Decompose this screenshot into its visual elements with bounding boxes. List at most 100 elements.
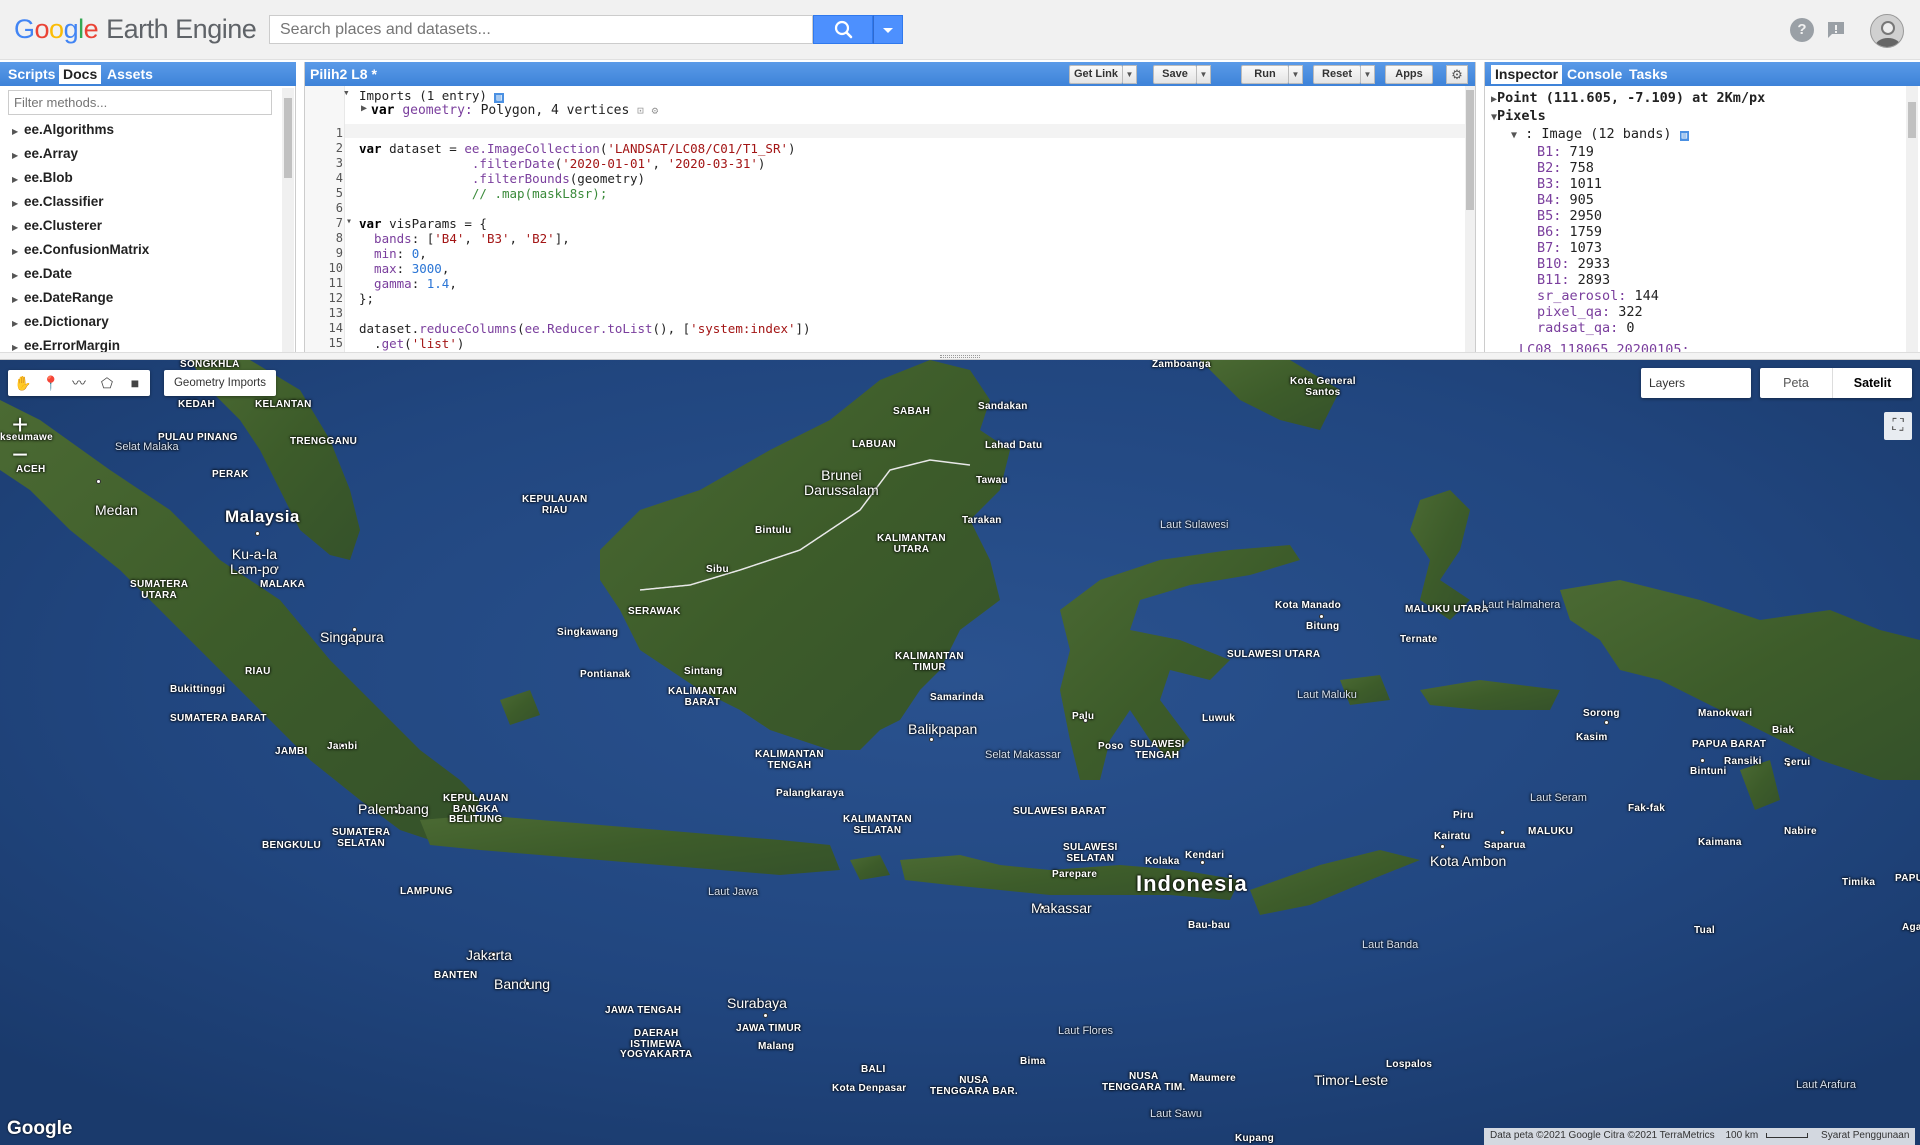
- save-button[interactable]: Save: [1153, 65, 1197, 84]
- code-line[interactable]: .get('list'): [359, 336, 464, 351]
- code-line[interactable]: };: [359, 291, 374, 306]
- pan-hand-icon[interactable]: ✋: [11, 372, 35, 394]
- scrollbar-thumb[interactable]: [1908, 102, 1916, 138]
- docs-list-item[interactable]: ▶ ee.ConfusionMatrix: [12, 242, 149, 257]
- search-options-dropdown[interactable]: [873, 15, 903, 44]
- tab-docs[interactable]: Docs: [59, 65, 102, 84]
- draw-rectangle-icon[interactable]: ■: [123, 372, 147, 394]
- band-name: B1:: [1537, 144, 1562, 160]
- docs-list-item[interactable]: ▶ ee.Algorithms: [12, 122, 114, 137]
- map-canvas[interactable]: SONGKHLA KEDAH KELANTAN kseumawe PULAU PINAN…: [0, 360, 1920, 1145]
- search-input[interactable]: [269, 15, 813, 44]
- band-value-row: B7: 1073: [1537, 240, 1602, 256]
- expand-triangle-icon[interactable]: ▶: [361, 103, 367, 114]
- code-line[interactable]: var visParams = {: [359, 216, 487, 231]
- docs-list-item[interactable]: ▶ ee.Array: [12, 146, 78, 161]
- terms-link[interactable]: Syarat Penggunaan: [1821, 1130, 1909, 1141]
- band-value: 905: [1569, 192, 1594, 208]
- run-button[interactable]: Run: [1241, 65, 1289, 84]
- search-button[interactable]: [813, 15, 873, 44]
- code-line[interactable]: .filterBounds(geometry): [359, 171, 645, 186]
- map-label-kendari: Kendari: [1185, 850, 1225, 861]
- reset-button[interactable]: Reset: [1313, 65, 1361, 84]
- imports-header[interactable]: Imports (1 entry) ▤: [359, 88, 504, 103]
- band-value-row: B11: 2893: [1537, 272, 1610, 288]
- inspector-point[interactable]: ▶Point (111.605, -7.109) at 2Km/px: [1491, 90, 1765, 106]
- panel-splitter[interactable]: [0, 352, 1920, 360]
- line-number: 5: [335, 186, 343, 200]
- editor-scrollbar[interactable]: [1465, 86, 1475, 352]
- run-dropdown[interactable]: ▼: [1289, 65, 1303, 84]
- earth-engine-logo[interactable]: Google Earth Engine: [14, 14, 257, 45]
- zoom-out-button[interactable]: −: [6, 441, 34, 470]
- map-data-credit[interactable]: Data peta ©2021 Google Citra ©2021 Terra…: [1490, 1130, 1715, 1141]
- feedback-icon[interactable]: [1824, 18, 1848, 42]
- import-geometry-entry[interactable]: var geometry: Polygon, 4 vertices ⊡ ⚙: [371, 103, 658, 118]
- inspector-pixels-node[interactable]: ▼Pixels: [1491, 108, 1546, 124]
- fold-toggle-icon[interactable]: ▾: [346, 216, 352, 227]
- city-marker: [340, 743, 345, 748]
- draw-polygon-icon[interactable]: ⬠: [95, 372, 119, 394]
- fullscreen-icon[interactable]: ⛶: [1884, 412, 1912, 440]
- map-label-jateng: JAWA TENGAH: [605, 1005, 682, 1016]
- gear-icon[interactable]: ⚙: [1446, 65, 1468, 84]
- layers-button[interactable]: Layers: [1641, 368, 1751, 398]
- save-dropdown[interactable]: ▼: [1197, 65, 1211, 84]
- map-label-bintuni: Bintuni: [1690, 766, 1727, 777]
- code-line[interactable]: gamma: 1.4,: [359, 276, 457, 291]
- avatar[interactable]: [1870, 14, 1904, 48]
- expand-triangle-icon: ▶: [12, 343, 19, 352]
- code-line[interactable]: .filterDate('2020-01-01', '2020-03-31'): [359, 156, 766, 171]
- get-link-dropdown[interactable]: ▼: [1123, 65, 1137, 84]
- map-label-luwuk: Luwuk: [1202, 713, 1236, 724]
- line-number: 1: [335, 126, 343, 140]
- google-logo: Google: [7, 1118, 73, 1139]
- code-line[interactable]: bands: ['B4', 'B3', 'B2'],: [359, 231, 570, 246]
- code-line[interactable]: max: 3000,: [359, 261, 449, 276]
- map-label-lospalos: Lospalos: [1386, 1059, 1433, 1070]
- map-label-bima: Bima: [1020, 1056, 1046, 1067]
- reset-dropdown[interactable]: ▼: [1361, 65, 1375, 84]
- docs-list-item[interactable]: ▶ ee.Blob: [12, 170, 73, 185]
- inspector-image-node[interactable]: ▼ : Image (12 bands) ▤: [1511, 126, 1690, 142]
- tab-console[interactable]: Console: [1563, 65, 1626, 84]
- zoom-in-button[interactable]: +: [6, 411, 34, 440]
- add-marker-icon[interactable]: 📍: [39, 372, 63, 394]
- get-link-button[interactable]: Get Link: [1069, 65, 1123, 84]
- docs-list-item[interactable]: ▶ ee.ErrorMargin: [12, 338, 120, 352]
- map-type-peta[interactable]: Peta: [1760, 368, 1832, 398]
- apps-button[interactable]: Apps: [1385, 65, 1433, 84]
- code-editor[interactable]: ▾ Imports (1 entry) ▤ ▶ var geometry: Po…: [305, 86, 1475, 352]
- imports-panel-icon[interactable]: ▤: [494, 93, 504, 103]
- map-label-parepare: Parepare: [1052, 869, 1098, 880]
- code-line[interactable]: dataset.reduceColumns(ee.Reducer.toList(…: [359, 321, 811, 336]
- code-line[interactable]: // .map(maskL8sr);: [359, 186, 607, 201]
- docs-list-item[interactable]: ▶ ee.Date: [12, 266, 72, 281]
- settings-import-icon[interactable]: ⚙: [652, 104, 659, 117]
- tab-inspector[interactable]: Inspector: [1491, 65, 1563, 84]
- docs-scrollbar[interactable]: [282, 88, 294, 352]
- map-label-sumut: SUMATERA UTARA: [130, 579, 189, 601]
- code-line[interactable]: min: 0,: [359, 246, 427, 261]
- docs-list-item[interactable]: ▶ ee.Clusterer: [12, 218, 102, 233]
- tab-tasks[interactable]: Tasks: [1625, 65, 1672, 84]
- scrollbar-thumb[interactable]: [284, 98, 292, 178]
- inspector-scrollbar[interactable]: [1906, 86, 1918, 352]
- code-line[interactable]: var dataset = ee.ImageCollection('LANDSA…: [359, 141, 796, 156]
- tab-scripts[interactable]: Scripts: [4, 65, 59, 84]
- draw-line-icon[interactable]: 〰: [67, 372, 91, 394]
- chart-icon[interactable]: ▤: [1679, 131, 1690, 141]
- docs-list-item[interactable]: ▶ ee.Classifier: [12, 194, 104, 209]
- docs-list-item[interactable]: ▶ ee.Dictionary: [12, 314, 109, 329]
- docs-list-item[interactable]: ▶ ee.DateRange: [12, 290, 113, 305]
- edit-import-icon[interactable]: ⊡: [637, 104, 644, 117]
- help-icon[interactable]: ?: [1790, 18, 1814, 42]
- map-type-satelit[interactable]: Satelit: [1832, 368, 1912, 398]
- geometry-imports-button[interactable]: Geometry Imports: [164, 370, 276, 396]
- tab-assets[interactable]: Assets: [103, 65, 157, 84]
- scrollbar-thumb[interactable]: [1466, 90, 1474, 210]
- docs-item-label: ee.Algorithms: [24, 122, 115, 137]
- filter-methods-input[interactable]: [8, 90, 272, 115]
- map-label-laut-flores: Laut Flores: [1058, 1025, 1114, 1037]
- fold-toggle-icon[interactable]: ▾: [343, 86, 350, 99]
